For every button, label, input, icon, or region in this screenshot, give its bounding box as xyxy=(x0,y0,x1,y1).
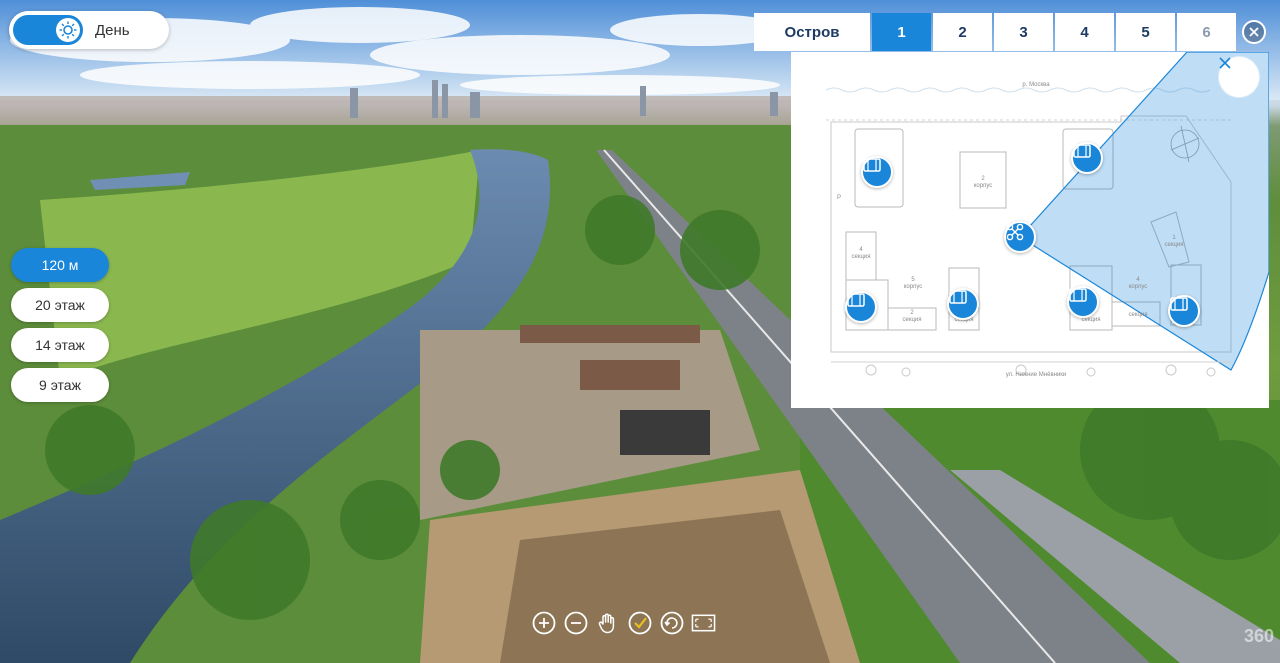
street-label: ул. Нижние Мнёвники xyxy=(1005,372,1067,378)
panorama-pin[interactable] xyxy=(845,291,877,323)
height-button-floor-20[interactable]: 20 этаж xyxy=(11,288,109,322)
autorotate-button[interactable] xyxy=(659,610,684,635)
tab-6[interactable]: 6 xyxy=(1177,13,1236,51)
toggle-switch[interactable] xyxy=(13,15,83,45)
zoom-in-icon xyxy=(532,611,555,634)
panorama-icon xyxy=(863,158,881,172)
zoom-out-icon xyxy=(564,611,587,634)
tab-5[interactable]: 5 xyxy=(1116,13,1175,51)
parking-label: P xyxy=(836,195,841,201)
tab-1[interactable]: 1 xyxy=(872,13,931,51)
close-panorama-button[interactable] xyxy=(1242,20,1266,44)
panorama-pin[interactable] xyxy=(947,288,979,320)
tab-2[interactable]: 2 xyxy=(933,13,992,51)
gyro-button[interactable] xyxy=(627,610,652,635)
panorama-pin[interactable] xyxy=(1168,295,1200,327)
block-label: 2 корпус xyxy=(973,176,993,189)
panorama-icon xyxy=(847,293,865,307)
day-toggle-label: День xyxy=(95,21,130,39)
tab-3[interactable]: 3 xyxy=(994,13,1053,51)
block-label: 2 секция xyxy=(902,310,922,323)
height-button-floor-9[interactable]: 9 этаж xyxy=(11,368,109,402)
close-icon xyxy=(1219,57,1231,69)
rotate-icon xyxy=(660,611,683,634)
check-icon xyxy=(628,611,651,634)
panorama-pin[interactable] xyxy=(861,156,893,188)
panorama-icon xyxy=(1170,297,1188,311)
drone-pin-current[interactable] xyxy=(1004,221,1036,253)
block-label: 5 корпус xyxy=(903,277,923,290)
panorama-icon xyxy=(1069,288,1087,302)
drone-icon xyxy=(1006,223,1024,241)
watermark-360: 360 xyxy=(1244,626,1275,646)
zoom-out-button[interactable] xyxy=(563,610,588,635)
drag-mode-button[interactable] xyxy=(595,610,620,635)
tab-4[interactable]: 4 xyxy=(1055,13,1114,51)
sun-icon xyxy=(56,18,80,42)
panorama-pin[interactable] xyxy=(1067,286,1099,318)
tab-ostrov[interactable]: Остров xyxy=(754,13,870,51)
site-plan-map[interactable]: р. Москва ул. Нижние Мнёвники 2 корпус 4… xyxy=(791,52,1269,408)
close-map-button[interactable] xyxy=(1219,57,1259,97)
close-icon xyxy=(1249,27,1259,37)
fullscreen-button[interactable] xyxy=(691,610,716,635)
hand-icon xyxy=(598,613,614,633)
viewer-toolbar xyxy=(531,610,716,635)
panorama-icon xyxy=(1073,144,1091,158)
block-label: 1 секция xyxy=(1164,235,1184,248)
day-night-toggle[interactable]: День xyxy=(9,11,169,49)
building-tabs: Остров 1 2 3 4 5 6 xyxy=(754,13,1236,51)
height-button-120m[interactable]: 120 м xyxy=(11,248,109,282)
height-button-floor-14[interactable]: 14 этаж xyxy=(11,328,109,362)
block-label: 4 секция xyxy=(851,247,871,260)
block-label: секция xyxy=(1128,312,1148,318)
fullscreen-icon xyxy=(691,614,716,631)
zoom-in-button[interactable] xyxy=(531,610,556,635)
panorama-icon xyxy=(949,290,967,304)
panorama-pin[interactable] xyxy=(1071,142,1103,174)
river-label: р. Москва xyxy=(1022,82,1050,88)
height-selector: 120 м 20 этаж 14 этаж 9 этаж xyxy=(11,248,109,402)
block-label: 4 корпус xyxy=(1128,277,1148,290)
